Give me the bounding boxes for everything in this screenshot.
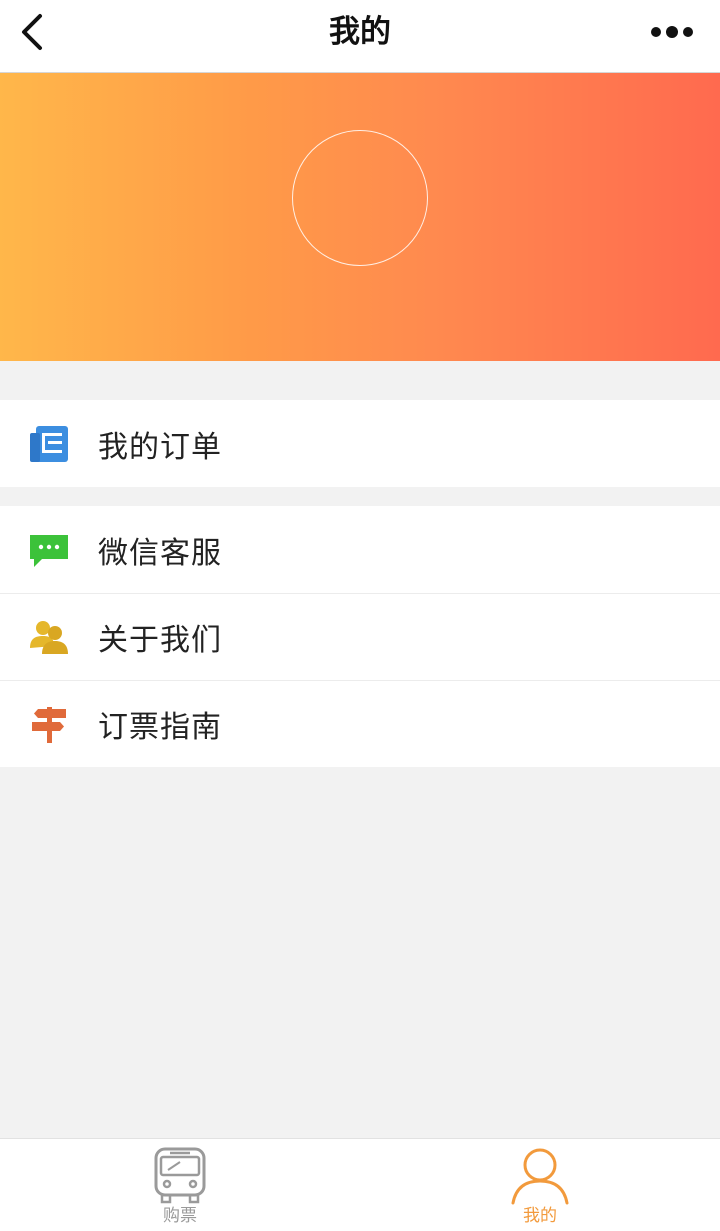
navigation-bar: 我的 xyxy=(0,0,720,73)
tab-mine[interactable]: 我的 xyxy=(360,1139,720,1231)
orders-icon xyxy=(28,423,70,465)
tab-buy-tickets[interactable]: 购票 xyxy=(0,1139,360,1231)
avatar[interactable] xyxy=(292,130,428,266)
menu-item-wechat-service[interactable]: 微信客服 xyxy=(0,506,720,593)
menu-item-label: 关于我们 xyxy=(98,622,222,658)
menu-item-label: 订票指南 xyxy=(98,709,222,745)
page-title: 我的 xyxy=(329,14,391,50)
bus-icon xyxy=(154,1147,206,1204)
menu-item-about-us[interactable]: 关于我们 xyxy=(0,593,720,680)
signpost-icon xyxy=(28,703,70,745)
menu-item-label: 我的订单 xyxy=(98,429,222,465)
person-icon xyxy=(511,1148,569,1205)
menu-item-label: 微信客服 xyxy=(98,535,222,571)
users-icon xyxy=(28,616,70,658)
more-dots-icon[interactable] xyxy=(648,20,698,44)
chat-icon xyxy=(28,529,70,571)
menu-item-booking-guide[interactable]: 订票指南 xyxy=(0,680,720,767)
menu-item-my-orders[interactable]: 我的订单 xyxy=(0,400,720,487)
tab-label: 购票 xyxy=(163,1206,197,1226)
menu-group-info: 微信客服 关于我们 订票指南 xyxy=(0,506,720,767)
bottom-tab-bar: 购票 我的 xyxy=(0,1138,720,1231)
profile-banner xyxy=(0,73,720,361)
menu-group-orders: 我的订单 xyxy=(0,400,720,487)
tab-label: 我的 xyxy=(523,1206,557,1226)
